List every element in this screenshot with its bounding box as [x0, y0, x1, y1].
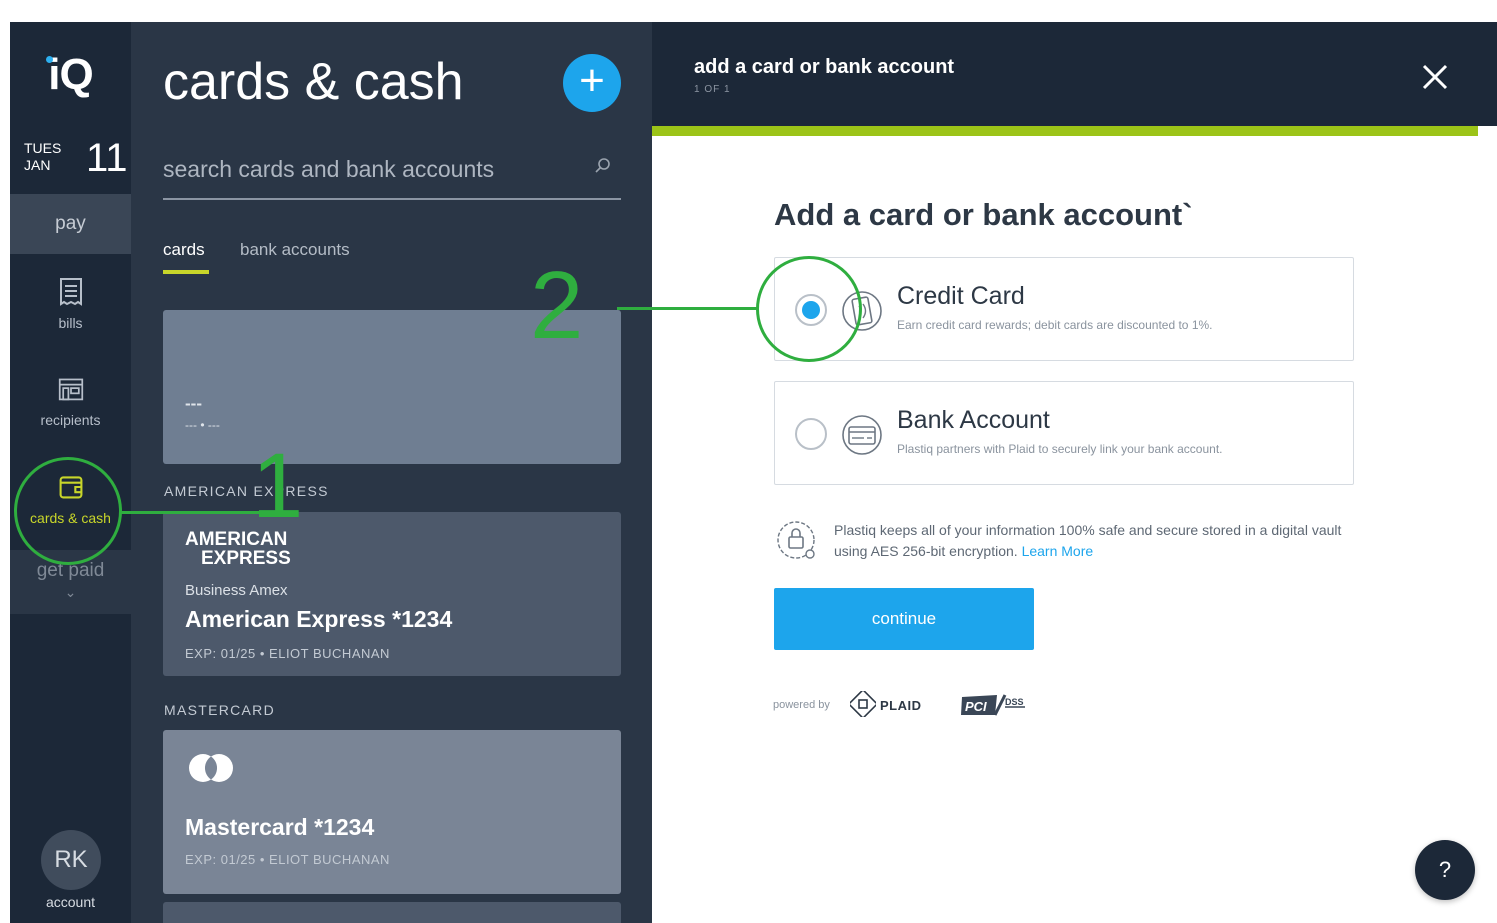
- group-label-amex: AMERICAN EXPRESS: [164, 483, 329, 499]
- nav-bills[interactable]: bills: [10, 277, 131, 331]
- card-amex[interactable]: AMERICAN EXPRESS Business Amex American …: [163, 512, 621, 676]
- placeholder-card-line2: --- • ---: [185, 418, 220, 432]
- learn-more-link[interactable]: Learn More: [1022, 543, 1094, 559]
- svg-text:PCI: PCI: [965, 699, 987, 714]
- modal-title: add a card or bank account: [694, 56, 955, 78]
- modal-step: 1 OF 1: [694, 84, 731, 95]
- nav-recipients[interactable]: recipients: [10, 374, 131, 428]
- avatar[interactable]: RK: [41, 830, 101, 890]
- card-expiry: EXP: 01/25 • ELIOT BUCHANAN: [185, 646, 390, 661]
- card-subtitle: Business Amex: [185, 582, 288, 599]
- annotation-circle-2: [756, 256, 862, 362]
- continue-button[interactable]: continue: [774, 588, 1034, 650]
- account-label[interactable]: account: [10, 894, 131, 910]
- form-title: Add a card or bank account`: [774, 197, 1193, 232]
- plaid-logo-icon: [850, 691, 876, 717]
- option-description: Plastiq partners with Plaid to securely …: [897, 442, 1223, 456]
- logo-text: iQ: [48, 50, 93, 99]
- search-icon: [595, 158, 610, 173]
- bank-card-icon: [842, 415, 882, 455]
- option-title: Bank Account: [897, 406, 1050, 434]
- date-day: 11: [86, 136, 128, 180]
- pci-dss-logo-icon: PCI DSS: [961, 694, 1025, 716]
- tab-cards[interactable]: cards: [163, 240, 209, 274]
- mastercard-logo-icon: [189, 754, 233, 782]
- card-expiry: EXP: 01/25 • ELIOT BUCHANAN: [185, 852, 390, 867]
- option-description: Earn credit card rewards; debit cards ar…: [897, 318, 1213, 332]
- option-bank-account[interactable]: Bank Account Plastiq partners with Plaid…: [774, 381, 1354, 485]
- card-partial[interactable]: [163, 902, 621, 923]
- annotation-circle-1: [14, 457, 122, 565]
- app-root: iQ TUES JAN 11 pay bills recipients card…: [0, 0, 1497, 923]
- option-title: Credit Card: [897, 282, 1025, 310]
- card-mastercard[interactable]: Mastercard *1234 EXP: 01/25 • ELIOT BUCH…: [163, 730, 621, 894]
- app-logo[interactable]: iQ: [10, 50, 131, 100]
- card-name: American Express *1234: [185, 606, 453, 632]
- placeholder-card-line1: ---: [185, 394, 202, 413]
- nav-pay[interactable]: pay: [10, 194, 131, 254]
- security-text: Plastiq keeps all of your information 10…: [834, 520, 1354, 562]
- security-notice: Plastiq keeps all of your information 10…: [774, 516, 1354, 566]
- card-name: Mastercard *1234: [185, 814, 375, 840]
- date-display: TUES JAN 11: [24, 136, 128, 180]
- logo-dot: [46, 56, 53, 63]
- progress-bar: [652, 126, 1478, 136]
- search-input[interactable]: search cards and bank accounts: [163, 152, 621, 200]
- date-day-of-week: TUES: [24, 140, 62, 156]
- annotation-line-2: [617, 307, 758, 310]
- svg-text:DSS: DSS: [1005, 697, 1024, 707]
- tab-bank-accounts[interactable]: bank accounts: [240, 240, 350, 260]
- nav-bills-label: bills: [58, 315, 83, 331]
- radio-bank-account[interactable]: [795, 418, 827, 450]
- receipt-icon: [59, 278, 82, 306]
- modal-header: add a card or bank account 1 OF 1: [652, 22, 1497, 126]
- chevron-down-icon: ⌄: [64, 584, 77, 600]
- help-button[interactable]: ?: [1415, 840, 1475, 900]
- annotation-number-2: 2: [530, 252, 584, 359]
- annotation-line-1: [121, 511, 259, 514]
- storefront-icon: [58, 378, 83, 401]
- group-label-mastercard: MASTERCARD: [164, 702, 276, 718]
- powered-by-label: powered by: [773, 699, 830, 711]
- add-account-modal: add a card or bank account 1 OF 1 Add a …: [652, 22, 1497, 923]
- nav-recipients-label: recipients: [40, 412, 101, 428]
- annotation-number-1: 1: [252, 435, 304, 537]
- secure-lock-icon: [777, 521, 815, 559]
- page-title: cards & cash: [163, 53, 464, 111]
- close-icon[interactable]: [1420, 62, 1450, 92]
- plaid-label: PLAID: [880, 698, 922, 713]
- cards-list-panel: cards & cash + search cards and bank acc…: [131, 22, 652, 923]
- date-month: JAN: [24, 157, 51, 173]
- add-card-button[interactable]: +: [563, 54, 621, 112]
- amex-logo-line2: EXPRESS: [201, 548, 291, 569]
- search-placeholder: search cards and bank accounts: [163, 156, 495, 182]
